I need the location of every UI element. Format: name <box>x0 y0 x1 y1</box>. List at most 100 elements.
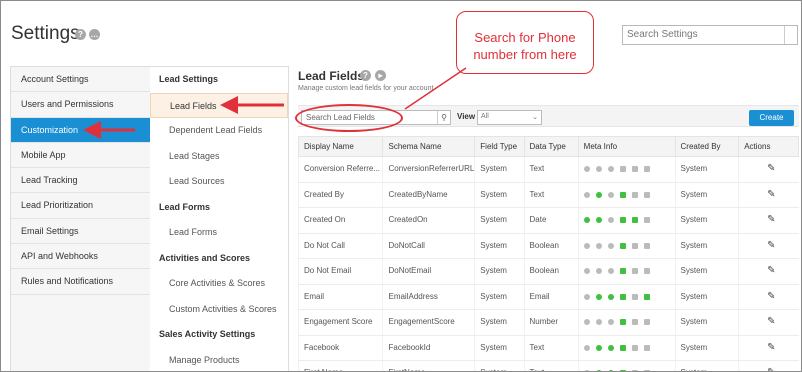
created-by-cell: System <box>674 258 739 285</box>
create-button[interactable]: Create <box>749 110 794 126</box>
settings-icon <box>607 242 614 249</box>
image-icon <box>643 191 650 198</box>
annotation-callout-text: Search for Phone number from here <box>473 30 577 62</box>
actions-cell: ✎ <box>738 207 799 234</box>
actions-cell: ✎ <box>738 309 799 336</box>
upload-icon <box>631 268 638 275</box>
search-icon[interactable]: ⚲ <box>437 111 450 124</box>
download-icon <box>619 191 626 198</box>
table-row[interactable]: Email EmailAddress System Email System ✎ <box>297 284 799 310</box>
column-header[interactable]: Meta Info <box>577 136 676 157</box>
subnav-item-lead-fields[interactable]: Lead Fields <box>150 92 288 118</box>
sidebar-item-users-and-permissions[interactable]: Users and Permissions <box>11 92 150 118</box>
customization-subnav: Lead Settings Lead Fields Dependent Lead F… <box>150 66 289 372</box>
settings-icon <box>607 319 614 326</box>
schema-name-cell: CreatedOn <box>382 207 475 234</box>
display-name-cell: Created On <box>297 207 383 234</box>
help-icon[interactable]: ? <box>360 70 371 81</box>
meta-info-cell <box>577 156 676 183</box>
display-name-cell: Do Not Call <box>297 233 383 259</box>
display-name-cell: Email <box>297 284 383 310</box>
user-icon <box>595 166 602 173</box>
image-icon <box>643 217 650 224</box>
table-row[interactable]: Conversion Referre... ConversionReferrerU… <box>297 156 799 183</box>
view-select[interactable]: All ⌄ <box>477 110 542 125</box>
meta-info-cell <box>577 233 676 259</box>
column-header[interactable]: Created By <box>674 136 740 157</box>
settings-window: Settings ? … Search Settings Account Set… <box>0 0 802 372</box>
created-by-cell: System <box>674 284 739 310</box>
column-header[interactable]: Actions <box>738 136 799 157</box>
help-icon[interactable]: ? <box>75 29 86 40</box>
play-icon[interactable]: ▸ <box>375 70 386 81</box>
field-type-cell: System <box>474 360 525 371</box>
meta-info-cell <box>577 182 676 208</box>
actions-cell: ✎ <box>738 156 799 183</box>
star-icon <box>583 242 590 249</box>
subnav-section-title: Sales Activity Settings <box>159 329 256 339</box>
table-row[interactable]: Do Not Email DoNotEmail System Boolean Syste… <box>297 258 799 285</box>
search-settings-input[interactable]: Search Settings <box>622 25 798 45</box>
subnav-item-lead-sources[interactable]: Lead Sources <box>150 169 288 195</box>
column-header[interactable]: Data Type <box>523 136 579 157</box>
star-icon <box>583 217 590 224</box>
download-icon <box>619 217 626 224</box>
edit-icon[interactable]: ✎ <box>767 316 775 327</box>
subnav-item-custom-activities-scores[interactable]: Custom Activities & Scores <box>150 297 288 323</box>
created-by-cell: System <box>674 309 739 336</box>
settings-icon <box>607 191 614 198</box>
edit-icon[interactable]: ✎ <box>767 163 775 174</box>
data-type-cell: Email <box>523 284 579 310</box>
created-by-cell: System <box>674 207 739 234</box>
created-by-cell: System <box>674 335 739 361</box>
sidebar-item-account-settings[interactable]: Account Settings <box>11 67 150 93</box>
actions-cell: ✎ <box>738 360 799 371</box>
column-header[interactable]: Field Type <box>474 136 525 157</box>
edit-icon[interactable]: ✎ <box>767 214 775 225</box>
edit-icon[interactable]: ✎ <box>767 265 775 276</box>
edit-icon[interactable]: ✎ <box>767 342 775 353</box>
edit-icon[interactable]: ✎ <box>767 189 775 200</box>
table-row[interactable]: Facebook FacebookId System Text System ✎ <box>297 335 799 361</box>
table-row[interactable]: First NameFirstNameSystemTextSystem✎ <box>297 360 799 371</box>
sidebar-item-customization[interactable]: Customization <box>11 117 150 143</box>
download-icon <box>619 319 626 326</box>
image-icon <box>643 319 650 326</box>
subnav-item-manage-products[interactable]: Manage Products <box>150 348 288 372</box>
settings-icon <box>607 166 614 173</box>
sidebar-item-rules-and-notifications[interactable]: Rules and Notifications <box>11 269 150 295</box>
table-row[interactable]: Engagement Score EngagementScore System Num… <box>297 309 799 336</box>
schema-name-cell: EmailAddress <box>382 284 475 310</box>
user-icon <box>595 268 602 275</box>
field-type-cell: System <box>474 309 525 336</box>
search-icon[interactable] <box>784 26 797 44</box>
data-type-cell: Text <box>523 182 579 208</box>
table-row[interactable]: Do Not Call DoNotCall System Boolean System ✎ <box>297 233 799 259</box>
data-type-cell: Boolean <box>523 233 579 259</box>
table-row[interactable]: Created By CreatedByName System Text System ✎ <box>297 182 799 208</box>
subnav-item-core-activities-scores[interactable]: Core Activities & Scores <box>150 271 288 297</box>
edit-icon[interactable]: ✎ <box>767 240 775 251</box>
column-header[interactable]: Schema Name <box>382 136 476 157</box>
lead-fields-subtitle: Manage custom lead fields for your accou… <box>298 85 434 92</box>
subnav-item-lead-stages[interactable]: Lead Stages <box>150 144 288 170</box>
subnav-item-dependent-lead-fields[interactable]: Dependent Lead Fields <box>150 118 288 144</box>
image-icon <box>643 242 650 249</box>
subnav-item-lead-forms[interactable]: Lead Forms <box>150 220 288 246</box>
actions-cell: ✎ <box>738 284 799 310</box>
star-icon <box>583 268 590 275</box>
chat-icon[interactable]: … <box>89 29 100 40</box>
sidebar-item-lead-prioritization[interactable]: Lead Prioritization <box>11 193 150 219</box>
table-row[interactable]: Created On CreatedOn System Date System ✎ <box>297 207 799 234</box>
sidebar-item-api-and-webhooks[interactable]: API and Webhooks <box>11 244 150 270</box>
field-type-cell: System <box>474 233 525 259</box>
user-icon <box>595 242 602 249</box>
sidebar-item-lead-tracking[interactable]: Lead Tracking <box>11 168 150 194</box>
field-type-cell: System <box>474 284 525 310</box>
actions-cell: ✎ <box>738 258 799 285</box>
sidebar-item-mobile-app[interactable]: Mobile App <box>11 143 150 169</box>
column-header[interactable]: Display Name <box>297 136 384 157</box>
edit-icon[interactable]: ✎ <box>767 367 775 371</box>
sidebar-item-email-settings[interactable]: Email Settings <box>11 219 150 245</box>
edit-icon[interactable]: ✎ <box>767 291 775 302</box>
